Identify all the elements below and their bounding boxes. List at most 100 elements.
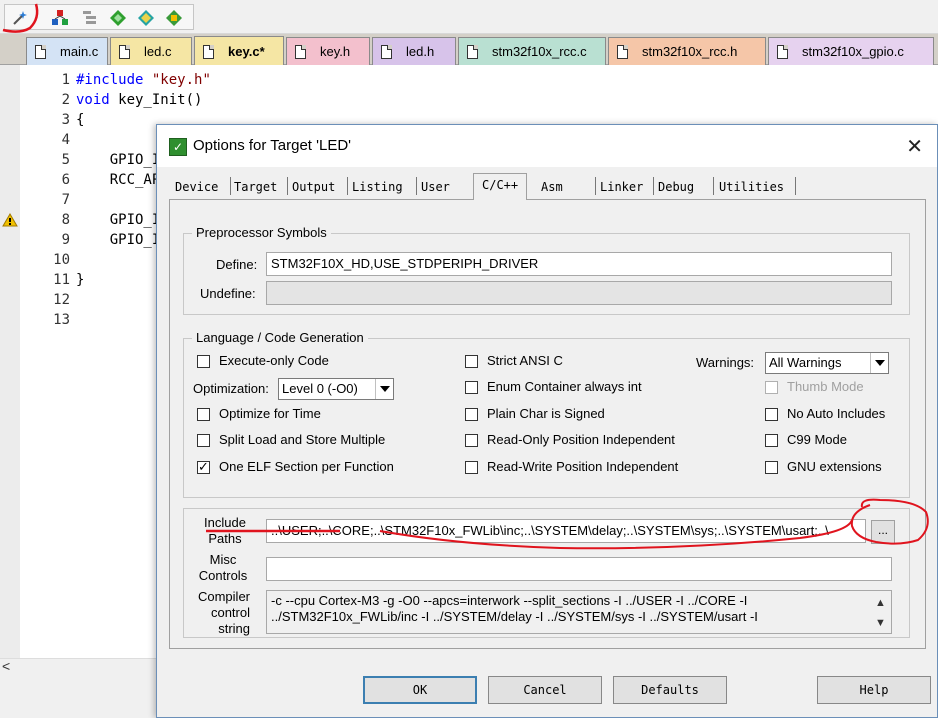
dialog-title-bar[interactable]: ✓ Options for Target 'LED' ✕ xyxy=(157,125,937,167)
code-rest: { xyxy=(76,112,85,128)
tab-stm32f10x-gpio-c[interactable]: stm32f10x_gpio.c xyxy=(768,37,934,65)
plain-char-checkbox[interactable] xyxy=(465,408,478,421)
tab-label: main.c xyxy=(60,44,99,59)
scroll-down-icon[interactable]: ▼ xyxy=(875,615,886,631)
one-elf-checkbox[interactable] xyxy=(197,459,210,475)
file-icon xyxy=(35,44,46,59)
rw-pos-indep-checkbox[interactable] xyxy=(465,461,478,474)
tab-linker[interactable]: Linker xyxy=(598,176,645,198)
tab-output[interactable]: Output xyxy=(290,176,337,198)
compiler-scrollbar[interactable]: ▲ ▼ xyxy=(873,591,889,633)
thumb-mode-checkbox[interactable] xyxy=(765,381,778,394)
pack-installer-icon[interactable] xyxy=(137,9,155,27)
line-number: 4 xyxy=(61,132,70,148)
plain-char-label: Plain Char is Signed xyxy=(487,406,605,421)
tab-key-c[interactable]: key.c* xyxy=(194,36,284,66)
line-number: 11 xyxy=(53,272,70,288)
line-number: 7 xyxy=(61,192,70,208)
include-paths-input[interactable]: ..\USER;..\CORE;..\STM32F10x_FWLib\inc;.… xyxy=(266,519,866,543)
line-number: 13 xyxy=(53,312,70,328)
optimization-select[interactable]: Level 0 (-O0) xyxy=(278,378,394,400)
diamond-icon[interactable] xyxy=(109,9,127,27)
help-button[interactable]: Help xyxy=(817,676,931,704)
warnings-select[interactable]: All Warnings xyxy=(765,352,889,374)
horizontal-scrollbar[interactable]: < xyxy=(0,658,160,674)
compiler-settings-group: Include Paths ..\USER;..\CORE;..\STM32F1… xyxy=(183,508,910,638)
tab-device[interactable]: Device xyxy=(173,176,220,198)
close-icon[interactable]: ✕ xyxy=(906,134,923,159)
tab-label: stm32f10x_rcc.c xyxy=(492,44,587,59)
scroll-left-icon[interactable]: < xyxy=(2,658,10,674)
editor-gutter xyxy=(0,65,20,665)
tab-label: led.h xyxy=(406,44,435,59)
optimization-label: Optimization: xyxy=(193,381,269,396)
strict-ansi-checkbox[interactable] xyxy=(465,355,478,368)
file-tab-bar: main.c led.c key.c* key.h led.h stm32f10… xyxy=(0,34,938,66)
code-rest: GPIO_I xyxy=(76,152,161,168)
tab-target[interactable]: Target xyxy=(232,176,279,198)
tab-debug[interactable]: Debug xyxy=(656,176,696,198)
ok-button[interactable]: OK xyxy=(363,676,477,704)
code-rest: RCC_AP xyxy=(76,172,161,188)
preprocessor-group-title: Preprocessor Symbols xyxy=(192,225,331,240)
line-number: 9 xyxy=(61,232,70,248)
c99-mode-checkbox[interactable] xyxy=(765,434,778,447)
line-number: 10 xyxy=(53,252,70,268)
execute-only-checkbox[interactable] xyxy=(197,355,210,368)
scroll-up-icon[interactable]: ▲ xyxy=(875,595,886,611)
tab-separator xyxy=(287,177,288,195)
code-text: RCC_AP xyxy=(76,170,161,190)
tab-c-cpp[interactable]: C/C++ xyxy=(473,173,528,200)
no-auto-includes-checkbox[interactable] xyxy=(765,408,778,421)
tab-label: stm32f10x_gpio.c xyxy=(802,44,904,59)
tab-user[interactable]: User xyxy=(419,176,452,198)
target-options-icon[interactable] xyxy=(51,9,69,27)
tab-led-c[interactable]: led.c xyxy=(110,37,192,65)
define-input[interactable]: STM32F10X_HD,USE_STDPERIPH_DRIVER xyxy=(266,252,892,276)
code-text: GPIO_I xyxy=(76,150,161,170)
split-load-checkbox[interactable] xyxy=(197,434,210,447)
gnu-ext-label: GNU extensions xyxy=(787,459,882,474)
file-icon xyxy=(203,44,214,59)
tab-separator xyxy=(713,177,714,195)
undefine-input[interactable] xyxy=(266,281,892,305)
misc-controls-label: Misc Controls xyxy=(196,552,250,584)
pack-manager-icon[interactable] xyxy=(165,9,183,27)
tab-asm[interactable]: Asm xyxy=(539,176,565,198)
ro-pos-indep-checkbox[interactable] xyxy=(465,434,478,447)
magic-wand-icon[interactable] xyxy=(11,9,29,27)
tab-main-c[interactable]: main.c xyxy=(26,37,108,65)
enum-container-label: Enum Container always int xyxy=(487,379,642,394)
file-icon xyxy=(467,44,478,59)
compiler-control-string[interactable]: -c --cpu Cortex-M3 -g -O0 --apcs=interwo… xyxy=(266,590,892,634)
warnings-label: Warnings: xyxy=(696,355,755,370)
code-rest: } xyxy=(76,272,85,288)
misc-label-line2: Controls xyxy=(198,568,248,583)
cancel-button[interactable]: Cancel xyxy=(488,676,602,704)
status-strip xyxy=(0,674,160,718)
tab-separator xyxy=(595,177,596,195)
defaults-button[interactable]: Defaults xyxy=(613,676,727,704)
tab-utilities[interactable]: Utilities xyxy=(717,176,786,198)
toolbar xyxy=(0,0,938,34)
tab-label: key.c* xyxy=(228,44,265,59)
file-icon xyxy=(295,44,306,59)
enum-container-checkbox[interactable] xyxy=(465,381,478,394)
code-rest: GPIO_I xyxy=(76,232,161,248)
tab-led-h[interactable]: led.h xyxy=(372,37,456,65)
tab-listing[interactable]: Listing xyxy=(350,176,405,198)
browse-include-button[interactable]: ... xyxy=(871,520,895,544)
chevron-down-icon xyxy=(375,379,393,399)
tab-stm32f10x-rcc-h[interactable]: stm32f10x_rcc.h xyxy=(608,37,766,65)
ide-window: main.c led.c key.c* key.h led.h stm32f10… xyxy=(0,0,938,718)
component-icon[interactable] xyxy=(81,9,99,27)
compiler-string-line2: ../STM32F10x_FWLib/inc -I ../SYSTEM/dela… xyxy=(271,609,758,624)
gnu-ext-checkbox[interactable] xyxy=(765,461,778,474)
compiler-label-line1: Compiler xyxy=(197,589,250,604)
misc-label-line1: Misc xyxy=(209,552,237,567)
tab-stm32f10x-rcc-c[interactable]: stm32f10x_rcc.c xyxy=(458,37,606,65)
misc-controls-input[interactable] xyxy=(266,557,892,581)
tab-key-h[interactable]: key.h xyxy=(286,37,370,65)
compiler-label-line2: control xyxy=(210,605,250,620)
optimize-time-checkbox[interactable] xyxy=(197,408,210,421)
